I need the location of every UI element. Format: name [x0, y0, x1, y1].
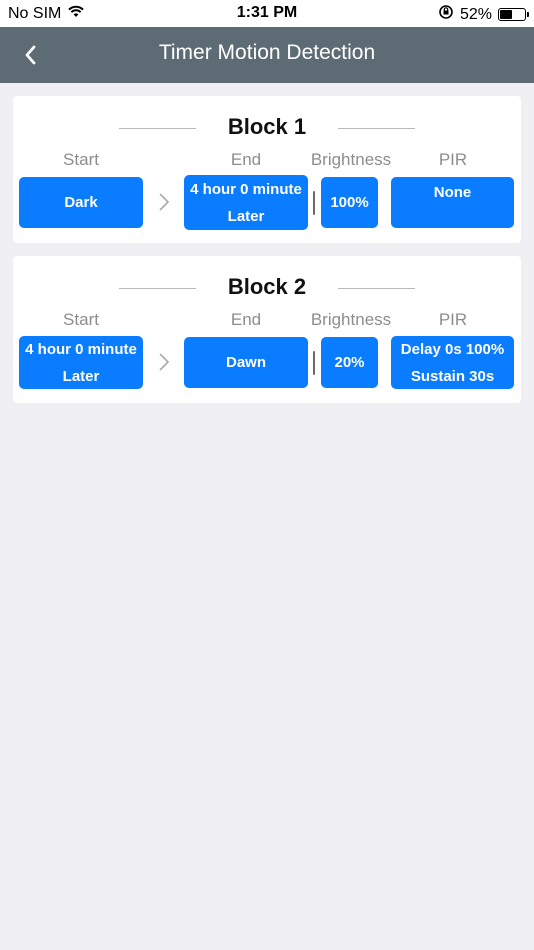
status-bar: No SIM 1:31 PM 52%	[0, 0, 534, 27]
pir-label: PIR	[438, 150, 468, 169]
chevron-right-icon	[159, 193, 170, 211]
end-value-line2: Later	[227, 207, 265, 225]
brightness-value: 20%	[334, 354, 365, 371]
end-button[interactable]: Dawn	[184, 337, 308, 388]
pir-value-line2: Sustain 30s	[410, 367, 495, 385]
page-title: Timer Motion Detection	[158, 41, 376, 64]
end-value-line1: 4 hour 0 minute	[190, 180, 302, 198]
end-label: End	[230, 150, 262, 169]
start-label: Start	[63, 310, 99, 329]
pir-value: None	[433, 184, 472, 201]
block-title: Block 1	[227, 114, 307, 139]
brightness-label: Brightness	[310, 150, 392, 169]
start-value-line1: 4 hour 0 minute	[25, 340, 137, 358]
battery-icon	[498, 8, 529, 21]
start-button[interactable]: 4 hour 0 minute Later	[19, 336, 143, 389]
chevron-right-icon	[159, 353, 170, 371]
battery-percent: 52%	[459, 5, 492, 23]
brightness-button[interactable]: 100%	[321, 177, 378, 228]
block-card: Block 1 Start End Brightness PIR Dark 4 …	[13, 96, 521, 243]
orientation-lock-icon	[438, 4, 454, 25]
status-right: 52%	[438, 4, 529, 25]
start-button[interactable]: Dark	[19, 177, 143, 228]
end-button[interactable]: 4 hour 0 minute Later	[184, 175, 308, 230]
end-label: End	[230, 310, 262, 329]
separator	[313, 351, 315, 375]
start-label: Start	[63, 150, 99, 169]
pir-button[interactable]: None	[391, 177, 514, 228]
brightness-label: Brightness	[310, 310, 392, 329]
divider-line	[338, 288, 415, 289]
brightness-button[interactable]: 20%	[321, 337, 378, 388]
block-card: Block 2 Start End Brightness PIR 4 hour …	[13, 256, 521, 403]
divider-line	[338, 128, 415, 129]
separator	[313, 191, 315, 215]
start-value: Dark	[64, 194, 98, 211]
block-header: Block 2	[13, 274, 521, 302]
end-value: Dawn	[225, 354, 266, 371]
start-value-line2: Later	[62, 367, 100, 385]
pir-button[interactable]: Delay 0s 100% Sustain 30s	[391, 336, 514, 389]
pir-value-line1: Delay 0s 100%	[400, 340, 505, 358]
brightness-value: 100%	[330, 194, 369, 211]
block-header: Block 1	[13, 114, 521, 142]
nav-bar: Timer Motion Detection	[0, 27, 534, 83]
pir-label: PIR	[438, 310, 468, 329]
block-title: Block 2	[227, 274, 307, 299]
